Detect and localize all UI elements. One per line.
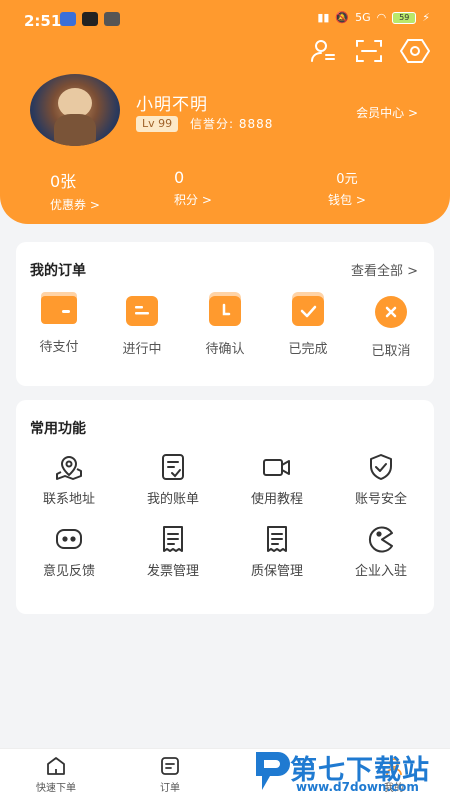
- bottom-tab-bar: 快速下单 订单 我的 第七下载站 www.d7down.com: [0, 748, 450, 800]
- site-watermark: 第七下载站 www.d7down.com: [252, 748, 444, 796]
- functions-title: 常用功能: [30, 421, 86, 437]
- user-switch-icon[interactable]: [308, 36, 338, 66]
- tab-label: 订单: [160, 783, 180, 794]
- func-label: 账号安全: [354, 492, 407, 507]
- func-account-security[interactable]: 账号安全: [336, 452, 426, 507]
- close-circle-icon: [375, 296, 407, 328]
- func-label: 企业入驻: [354, 564, 407, 579]
- app-notification-icon: [60, 12, 76, 26]
- charging-icon: ⚡: [422, 11, 430, 24]
- battery-icon: 59: [392, 11, 417, 24]
- orders-card: 我的订单 查看全部 > 待支付 进行中 待确认 已完成 已取消: [16, 242, 434, 386]
- func-feedback[interactable]: 意见反馈: [24, 524, 114, 579]
- invoice-icon: [158, 524, 188, 554]
- stat-value: 0元: [336, 172, 358, 187]
- order-status-to-confirm[interactable]: 待确认: [190, 296, 260, 357]
- home-icon: [45, 755, 67, 777]
- order-status-completed[interactable]: 已完成: [273, 296, 343, 357]
- video-icon: [262, 452, 292, 482]
- order-status-label: 已取消: [371, 344, 411, 359]
- order-status-in-progress[interactable]: 进行中: [107, 296, 177, 357]
- stat-value: 0: [174, 168, 185, 187]
- func-enterprise[interactable]: 企业入驻: [336, 524, 426, 579]
- username[interactable]: 小明不明: [136, 90, 208, 115]
- pacman-icon: [366, 524, 396, 554]
- functions-card: 常用功能 联系地址 我的账单 使用教程 账号安全 意见反馈 发票管理 质保管理 …: [16, 400, 434, 614]
- status-bar: 2:51 ▮▮ 🔕 5G ◠ 59 ⚡: [0, 0, 450, 40]
- credit-score: 信誉分: 8888: [190, 115, 273, 132]
- bill-icon: [158, 452, 188, 482]
- warranty-icon: [262, 524, 292, 554]
- stat-coupons[interactable]: 0张 优惠券 >: [50, 168, 100, 213]
- mute-icon: 🔕: [335, 11, 350, 24]
- wifi-icon: ◠: [376, 11, 387, 24]
- order-icon: [159, 755, 181, 777]
- order-status-label: 已完成: [288, 342, 328, 357]
- profile-header: 2:51 ▮▮ 🔕 5G ◠ 59 ⚡ 小明不明 Lv 99 信誉分: 8888: [0, 0, 450, 224]
- tab-orders[interactable]: 订单: [130, 755, 210, 794]
- watermark-logo-icon: [252, 748, 292, 792]
- signal-icon: ▮▮: [317, 11, 330, 24]
- order-status-label: 待确认: [205, 342, 245, 357]
- status-right: ▮▮ 🔕 5G ◠ 59 ⚡: [317, 11, 430, 24]
- func-my-bill[interactable]: 我的账单: [128, 452, 218, 507]
- settings-icon[interactable]: [400, 36, 430, 66]
- func-label: 发票管理: [146, 564, 199, 579]
- func-label: 意见反馈: [42, 564, 95, 579]
- func-label: 联系地址: [42, 492, 95, 507]
- func-label: 使用教程: [250, 492, 303, 507]
- stat-label: 优惠券 >: [50, 198, 100, 212]
- order-status-label: 待支付: [39, 340, 79, 355]
- app-notification-icon: [82, 12, 98, 26]
- order-status-label: 进行中: [122, 342, 162, 357]
- stat-label: 积分 >: [174, 193, 212, 207]
- scan-icon[interactable]: [354, 36, 384, 66]
- view-all-orders-link[interactable]: 查看全部 >: [351, 260, 418, 279]
- credit-label: 信誉分:: [190, 117, 235, 131]
- member-center-link[interactable]: 会员中心 >: [356, 104, 418, 121]
- order-status-pending-payment[interactable]: 待支付: [24, 296, 94, 355]
- level-badge: Lv 99: [136, 116, 179, 132]
- network-label: 5G: [355, 11, 371, 24]
- feedback-icon: [54, 524, 84, 554]
- tab-label: 快速下单: [36, 783, 76, 794]
- tab-quick-order[interactable]: 快速下单: [16, 755, 96, 794]
- avatar[interactable]: [30, 74, 120, 146]
- stat-label: 钱包 >: [328, 193, 366, 207]
- orders-title: 我的订单: [30, 263, 86, 279]
- document-icon: [126, 296, 158, 326]
- check-icon: [292, 296, 324, 326]
- clock-icon: [209, 296, 241, 326]
- func-label: 质保管理: [250, 564, 303, 579]
- func-tutorial[interactable]: 使用教程: [232, 452, 322, 507]
- shield-icon: [366, 452, 396, 482]
- credit-value: 8888: [238, 117, 274, 131]
- map-pin-icon: [54, 452, 84, 482]
- func-contact-address[interactable]: 联系地址: [24, 452, 114, 507]
- watermark-url: www.d7down.com: [296, 780, 419, 794]
- wallet-icon: [41, 296, 77, 324]
- func-label: 我的账单: [146, 492, 199, 507]
- stat-value: 0张: [50, 172, 77, 191]
- func-invoice[interactable]: 发票管理: [128, 524, 218, 579]
- order-status-cancelled[interactable]: 已取消: [356, 296, 426, 359]
- stat-wallet[interactable]: 0元 钱包 >: [328, 168, 366, 208]
- wrench-icon: [104, 12, 120, 26]
- stat-points[interactable]: 0 积分 >: [174, 168, 212, 208]
- func-warranty[interactable]: 质保管理: [232, 524, 322, 579]
- status-time: 2:51: [24, 12, 62, 30]
